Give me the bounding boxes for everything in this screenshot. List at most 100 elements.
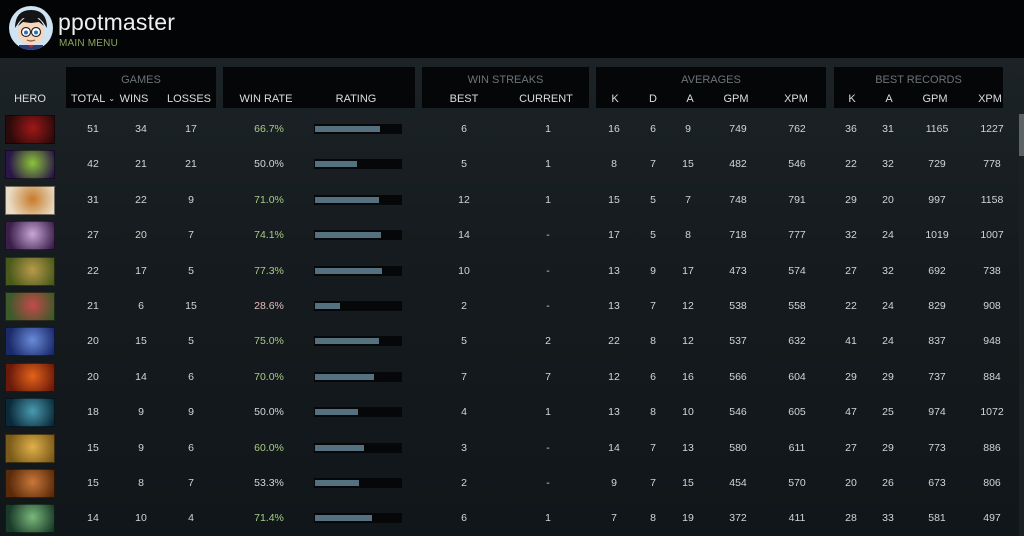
rating-bar-fill <box>315 480 359 486</box>
rating-bar <box>314 230 402 240</box>
rating-bar <box>314 266 402 276</box>
cell-rec-gpm: 729 <box>928 158 946 170</box>
table-row[interactable]: 15 9 6 60.0% 3 - 14 7 13 580 611 27 29 773 886 <box>0 431 1024 466</box>
col-avg-gpm[interactable]: GPM <box>723 93 748 105</box>
hero-portrait[interactable] <box>5 398 55 427</box>
hero-portrait[interactable] <box>5 363 55 392</box>
rating-bar <box>314 372 402 382</box>
table-row[interactable]: 51 34 17 66.7% 6 1 16 6 9 749 762 36 31 1165 1227 <box>0 112 1024 147</box>
cell-win-rate: 71.0% <box>254 194 284 206</box>
cell-wins: 14 <box>135 371 147 383</box>
cell-rec-a: 32 <box>882 265 894 277</box>
cell-avg-xpm: 762 <box>788 123 806 135</box>
main-menu-link[interactable]: MAIN MENU <box>59 38 118 49</box>
cell-total: 27 <box>87 229 99 241</box>
col-rec-a[interactable]: A <box>885 93 892 105</box>
table-row[interactable]: 15 8 7 53.3% 2 - 9 7 15 454 570 20 26 673 806 <box>0 466 1024 501</box>
cell-rec-k: 36 <box>845 123 857 135</box>
hero-portrait[interactable] <box>5 292 55 321</box>
cell-win-rate: 77.3% <box>254 265 284 277</box>
table-row[interactable]: 14 10 4 71.4% 6 1 7 8 19 372 411 28 33 581 497 <box>0 501 1024 536</box>
col-avg-k[interactable]: K <box>611 93 618 105</box>
col-hero[interactable]: HERO <box>14 93 46 105</box>
table-row[interactable]: 21 6 15 28.6% 2 - 13 7 12 538 558 22 24 829 908 <box>0 289 1024 324</box>
cell-streak-best: 12 <box>458 194 470 206</box>
cell-rec-xpm: 1158 <box>980 194 1004 206</box>
cell-rec-xpm: 497 <box>983 512 1001 524</box>
table-row[interactable]: 20 15 5 75.0% 5 2 22 8 12 537 632 41 24 837 948 <box>0 324 1024 359</box>
cell-rec-k: 27 <box>845 442 857 454</box>
table-row[interactable]: 42 21 21 50.0% 5 1 8 7 15 482 546 22 32 729 778 <box>0 147 1024 182</box>
scrollbar-thumb[interactable] <box>1019 114 1024 156</box>
cell-rec-k: 28 <box>845 512 857 524</box>
cell-rec-a: 31 <box>882 123 894 135</box>
scrollbar[interactable] <box>1019 108 1024 536</box>
table-row[interactable]: 31 22 9 71.0% 12 1 15 5 7 748 791 29 20 997 1158 <box>0 183 1024 218</box>
cell-rec-gpm: 1165 <box>925 123 949 135</box>
cell-rec-gpm: 974 <box>928 406 946 418</box>
cell-streak-current: 1 <box>545 512 551 524</box>
cell-streak-best: 5 <box>461 335 467 347</box>
cell-avg-d: 6 <box>650 123 656 135</box>
col-avg-d[interactable]: D <box>649 93 657 105</box>
cell-avg-gpm: 372 <box>729 512 747 524</box>
col-win-rate[interactable]: WIN RATE <box>240 93 293 105</box>
cell-total: 22 <box>87 265 99 277</box>
cell-streak-current: - <box>546 265 550 277</box>
col-losses[interactable]: LOSSES <box>167 93 211 105</box>
col-wins[interactable]: WINS <box>120 93 149 105</box>
col-rec-k[interactable]: K <box>848 93 855 105</box>
rating-bar-fill <box>315 303 340 309</box>
cell-avg-k: 13 <box>608 406 620 418</box>
col-rec-xpm[interactable]: XPM <box>978 93 1002 105</box>
col-rating[interactable]: RATING <box>336 93 377 105</box>
cell-avg-k: 16 <box>608 123 620 135</box>
col-streak-current[interactable]: CURRENT <box>519 93 573 105</box>
cell-rec-a: 24 <box>882 300 894 312</box>
cell-avg-xpm: 777 <box>788 229 806 241</box>
hero-portrait[interactable] <box>5 327 55 356</box>
table-row[interactable]: 22 17 5 77.3% 10 - 13 9 17 473 574 27 32 692 738 <box>0 254 1024 289</box>
avatar[interactable] <box>9 6 53 50</box>
cell-streak-current: 1 <box>545 158 551 170</box>
cell-rec-a: 29 <box>882 442 894 454</box>
cell-avg-d: 7 <box>650 300 656 312</box>
col-avg-xpm[interactable]: XPM <box>784 93 808 105</box>
cell-avg-d: 7 <box>650 442 656 454</box>
hero-portrait[interactable] <box>5 150 55 179</box>
col-total[interactable]: TOTAL ⌄ <box>71 93 115 105</box>
cell-rec-xpm: 1227 <box>980 123 1004 135</box>
hero-portrait[interactable] <box>5 115 55 144</box>
cell-avg-a: 17 <box>682 265 694 277</box>
hero-portrait[interactable] <box>5 469 55 498</box>
col-streak-best[interactable]: BEST <box>450 93 479 105</box>
cell-avg-a: 8 <box>685 229 691 241</box>
cell-rec-xpm: 806 <box>983 477 1001 489</box>
cell-streak-current: 1 <box>545 406 551 418</box>
cell-streak-current: - <box>546 477 550 489</box>
cell-losses: 9 <box>188 406 194 418</box>
hero-portrait[interactable] <box>5 257 55 286</box>
cell-total: 20 <box>87 371 99 383</box>
cell-streak-best: 6 <box>461 123 467 135</box>
hero-portrait[interactable] <box>5 434 55 463</box>
cell-rec-xpm: 948 <box>983 335 1001 347</box>
hero-portrait[interactable] <box>5 504 55 533</box>
cell-avg-a: 15 <box>682 477 694 489</box>
cell-avg-a: 15 <box>682 158 694 170</box>
cell-losses: 21 <box>185 158 197 170</box>
cell-wins: 9 <box>138 442 144 454</box>
col-avg-a[interactable]: A <box>686 93 693 105</box>
cell-rec-k: 41 <box>845 335 857 347</box>
table-row[interactable]: 27 20 7 74.1% 14 - 17 5 8 718 777 32 24 1019 1007 <box>0 218 1024 253</box>
rating-bar-fill <box>315 268 382 274</box>
cell-win-rate: 71.4% <box>254 512 284 524</box>
cell-rec-a: 24 <box>882 229 894 241</box>
table-row[interactable]: 18 9 9 50.0% 4 1 13 8 10 546 605 47 25 974 1072 <box>0 395 1024 430</box>
hero-portrait[interactable] <box>5 221 55 250</box>
cell-rec-xpm: 1072 <box>980 406 1004 418</box>
table-row[interactable]: 20 14 6 70.0% 7 7 12 6 16 566 604 29 29 737 884 <box>0 360 1024 395</box>
hero-portrait[interactable] <box>5 186 55 215</box>
col-rec-gpm[interactable]: GPM <box>922 93 947 105</box>
cell-rec-xpm: 778 <box>983 158 1001 170</box>
